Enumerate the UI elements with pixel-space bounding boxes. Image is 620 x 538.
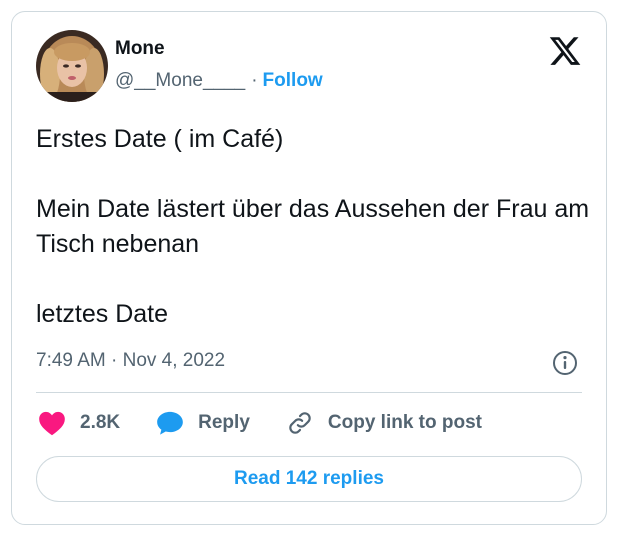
x-logo-icon[interactable]	[548, 34, 582, 68]
like-button[interactable]: 2.8K	[38, 410, 120, 436]
author-handle-row: @__Mone____ · Follow	[115, 70, 323, 92]
reply-button[interactable]: Reply	[156, 410, 250, 436]
copy-link-button[interactable]: Copy link to post	[286, 410, 482, 436]
tweet-timestamp[interactable]: 7:49 AM · Nov 4, 2022	[36, 350, 225, 372]
like-count: 2.8K	[80, 412, 121, 433]
reply-label: Reply	[198, 412, 250, 433]
divider	[36, 392, 582, 393]
copy-link-label: Copy link to post	[327, 412, 482, 433]
speech-bubble-icon	[157, 411, 183, 435]
author-avatar[interactable]	[36, 30, 108, 102]
tweet-text: Erstes Date ( im Café) Mein Date lästert…	[36, 125, 590, 328]
tweet-card: Mone @__Mone____ · Follow Erstes Date ( …	[11, 11, 607, 525]
action-bar: 2.8K Reply Copy link to post	[38, 407, 518, 439]
read-replies-button[interactable]: Read 142 replies	[36, 456, 582, 502]
author-name[interactable]: Mone	[115, 38, 165, 60]
separator-dot: ·	[251, 70, 258, 91]
link-icon	[289, 412, 311, 434]
author-handle[interactable]: @__Mone____	[115, 70, 245, 92]
heart-icon	[39, 411, 65, 436]
info-icon[interactable]	[552, 350, 578, 376]
follow-button[interactable]: Follow	[263, 70, 323, 92]
